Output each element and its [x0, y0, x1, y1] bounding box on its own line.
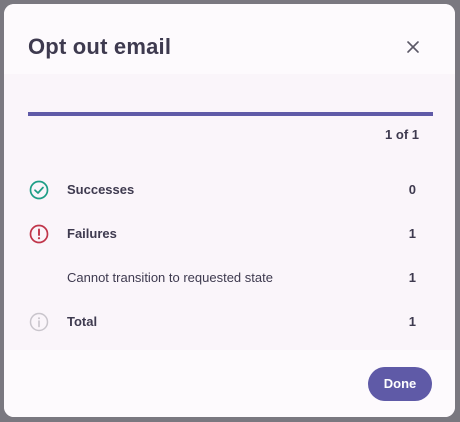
- close-button[interactable]: [402, 36, 424, 58]
- result-row-failures: Failures 1: [4, 221, 455, 245]
- result-value: 1: [408, 314, 416, 329]
- info-circle-icon: [29, 312, 49, 332]
- result-value: 1: [408, 226, 416, 241]
- error-circle-icon: [29, 224, 49, 244]
- result-value: 1: [408, 270, 416, 285]
- done-button[interactable]: Done: [368, 367, 432, 401]
- dialog-header: Opt out email: [4, 4, 455, 74]
- progress-bar-fill: [28, 112, 433, 116]
- result-label: Successes: [67, 182, 135, 197]
- progress-count: 1 of 1: [385, 127, 419, 142]
- result-row-failure-reason: Cannot transition to requested state 1: [4, 265, 455, 289]
- result-value: 0: [408, 182, 416, 197]
- failure-reason-label: Cannot transition to requested state: [67, 270, 273, 285]
- result-row-total: Total 1: [4, 309, 455, 333]
- check-circle-icon: [29, 180, 49, 200]
- close-icon: [407, 41, 419, 53]
- dialog-title: Opt out email: [28, 34, 172, 59]
- dialog-body: 1 of 1 Successes 0 Failures 1 Cannot tra…: [4, 74, 455, 350]
- result-label: Failures: [67, 226, 117, 241]
- result-row-successes: Successes 0: [4, 177, 455, 201]
- result-label: Total: [67, 314, 98, 329]
- progress-bar: [28, 112, 433, 116]
- opt-out-email-dialog: Opt out email 1 of 1 Successes 0 Failure…: [4, 4, 455, 417]
- dialog-footer: Done: [4, 350, 455, 417]
